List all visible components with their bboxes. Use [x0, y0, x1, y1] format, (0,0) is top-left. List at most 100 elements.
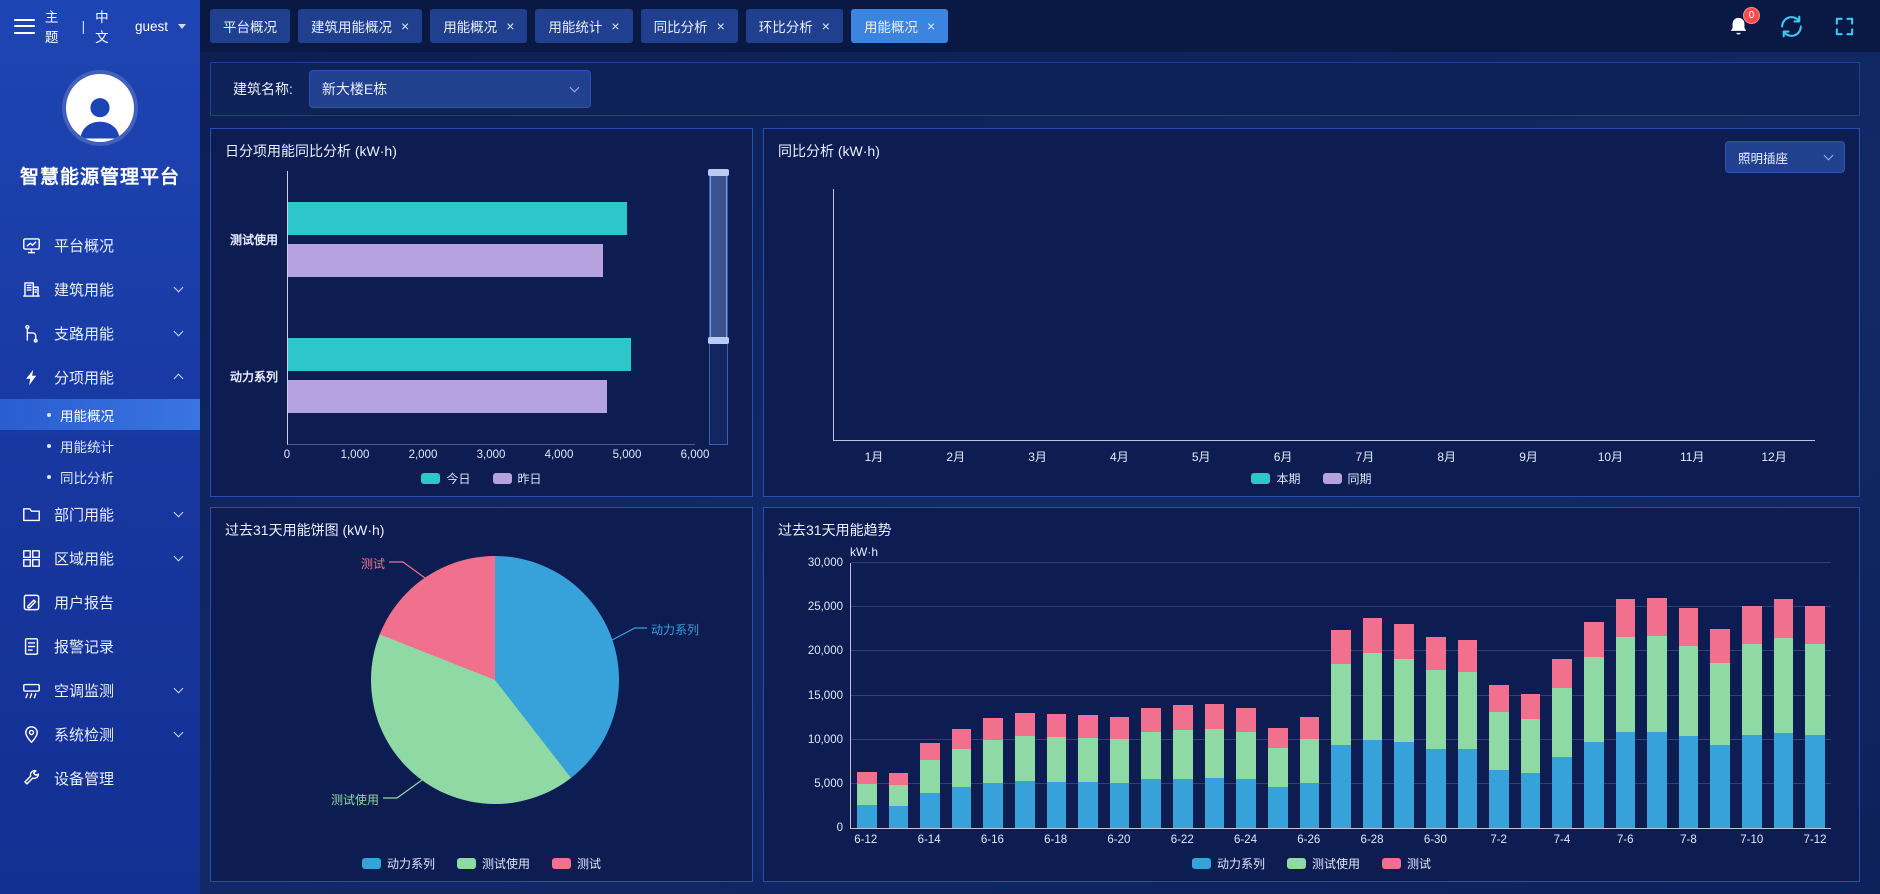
sidebar-item-device-management[interactable]: 设备管理: [0, 756, 200, 800]
legend-item[interactable]: 测试: [1382, 855, 1431, 872]
bar-slot: [1452, 563, 1484, 828]
panel-title: 过去31天用能饼图 (kW·h): [225, 520, 738, 540]
sidebar-subitem-yoy-analysis[interactable]: 同比分析: [0, 461, 200, 492]
sidebar-item-region-energy[interactable]: 区域用能: [0, 536, 200, 580]
bar-segment-动力系列: [1710, 745, 1730, 828]
x-tick-label: 7-10: [1736, 834, 1768, 850]
sidebar-item-label: 部门用能: [54, 504, 162, 525]
legend-item[interactable]: 动力系列: [1192, 855, 1265, 872]
x-tick-label: 0: [284, 449, 290, 461]
panel-pie: 过去31天用能饼图 (kW·h) 动力系列 测试使用 测试 动力系列测试使用测试: [210, 507, 753, 882]
menu-toggle-icon[interactable]: [14, 19, 35, 34]
bar-segment-测试: [952, 729, 972, 749]
bar-segment-动力系列: [1331, 745, 1351, 828]
hbar-category-label: 动力系列: [230, 368, 278, 385]
tab-2[interactable]: 用能概况×: [430, 9, 527, 43]
bar-segment-动力系列: [1078, 782, 1098, 828]
sidebar-subitem-energy-stats[interactable]: 用能统计: [0, 430, 200, 461]
language-switcher[interactable]: 中文: [95, 6, 122, 46]
datazoom-slider[interactable]: [709, 171, 728, 445]
legend-item[interactable]: 本期: [1251, 470, 1300, 487]
legend-item[interactable]: 同期: [1323, 470, 1372, 487]
tab-close-icon[interactable]: ×: [611, 19, 619, 33]
sidebar-item-alarm-records[interactable]: 报警记录: [0, 624, 200, 668]
pie-label-2: 测试: [361, 555, 385, 572]
tab-close-icon[interactable]: ×: [401, 19, 409, 33]
tab-1[interactable]: 建筑用能概况×: [298, 9, 422, 43]
user-menu[interactable]: guest: [135, 19, 168, 34]
trend-legend: 动力系列 测试使用 测试: [778, 850, 1845, 875]
tab-close-icon[interactable]: ×: [506, 19, 514, 33]
sidebar: 主题 | 中文 guest 智慧能源管理平台 平台概况建筑用能支路用能分项用能用…: [0, 0, 200, 894]
bar-slot: [1736, 563, 1768, 828]
sidebar-item-category-energy[interactable]: 分项用能: [0, 355, 200, 399]
sidebar-subitem-label: 同比分析: [60, 467, 114, 487]
legend-label: 同期: [1348, 470, 1372, 487]
bar-segment-测试使用: [1173, 730, 1193, 779]
sidebar-subitem-energy-overview[interactable]: 用能概况: [0, 399, 200, 430]
tab-close-icon[interactable]: ×: [717, 19, 725, 33]
bar-segment-测试使用: [1552, 688, 1572, 758]
x-tick-label: 7月: [1324, 448, 1406, 465]
tab-5[interactable]: 环比分析×: [746, 9, 843, 43]
bar-segment-测试: [1015, 713, 1035, 736]
legend-swatch: [421, 473, 440, 484]
fullscreen-button[interactable]: [1833, 15, 1856, 38]
tab-4[interactable]: 同比分析×: [641, 9, 738, 43]
bar-segment-测试使用: [920, 760, 940, 793]
category-select-value: 照明插座: [1738, 148, 1788, 167]
legend-swatch: [1287, 858, 1306, 869]
sidebar-item-department-energy[interactable]: 部门用能: [0, 492, 200, 536]
x-tick-label: 6-16: [977, 834, 1009, 850]
category-select[interactable]: 照明插座: [1725, 141, 1845, 173]
sidebar-item-user-report[interactable]: 用户报告: [0, 580, 200, 624]
datazoom-handle-bottom[interactable]: [708, 337, 729, 344]
bar-segment-测试: [920, 743, 940, 760]
filter-bar: 建筑名称: 新大楼E栋: [210, 62, 1860, 116]
stacked-bar: [1394, 563, 1414, 828]
tab-close-icon[interactable]: ×: [927, 19, 935, 33]
hbar-bar-昨日: [288, 244, 603, 277]
x-tick-label: 4月: [1078, 448, 1160, 465]
hbar-legend: 今日 昨日: [225, 465, 738, 490]
legend-item[interactable]: 测试使用: [1287, 855, 1360, 872]
notification-badge: 0: [1743, 7, 1760, 24]
tab-0[interactable]: 平台概况: [210, 9, 290, 43]
refresh-button[interactable]: [1778, 15, 1805, 38]
pie-label-1: 测试使用: [331, 791, 379, 808]
x-tick-label: [1198, 834, 1230, 850]
building-select[interactable]: 新大楼E栋: [309, 70, 591, 108]
bar-slot: [1167, 563, 1199, 828]
datazoom-window[interactable]: [710, 172, 727, 341]
legend-item[interactable]: 测试: [552, 855, 601, 872]
building-icon: [22, 280, 41, 299]
bar-segment-动力系列: [1616, 732, 1636, 828]
sidebar-item-branch-energy[interactable]: 支路用能: [0, 311, 200, 355]
stacked-bar: [1268, 563, 1288, 828]
theme-switcher[interactable]: 主题: [45, 6, 72, 46]
bar-segment-动力系列: [1426, 749, 1446, 828]
legend-item[interactable]: 测试使用: [457, 855, 530, 872]
bar-segment-动力系列: [1047, 782, 1067, 828]
sidebar-item-platform-overview[interactable]: 平台概况: [0, 223, 200, 267]
sidebar-item-system-check[interactable]: 系统检测: [0, 712, 200, 756]
sidebar-item-label: 平台概况: [54, 235, 182, 256]
x-tick-label: [1071, 834, 1103, 850]
tab-6[interactable]: 用能概况×: [851, 9, 948, 43]
sidebar-item-building-energy[interactable]: 建筑用能: [0, 267, 200, 311]
tab-close-icon[interactable]: ×: [822, 19, 830, 33]
legend-item[interactable]: 今日: [421, 470, 470, 487]
legend-item[interactable]: 昨日: [493, 470, 542, 487]
sidebar-item-hvac-monitor[interactable]: 空调监测: [0, 668, 200, 712]
notification-bell-button[interactable]: 0: [1727, 15, 1750, 38]
avatar: [66, 74, 134, 142]
datazoom-handle-top[interactable]: [708, 169, 729, 176]
sidebar-item-label: 系统检测: [54, 724, 162, 745]
user-caret-icon[interactable]: [178, 24, 186, 29]
legend-item[interactable]: 动力系列: [362, 855, 435, 872]
platform-title: 智慧能源管理平台: [0, 162, 200, 189]
bar-segment-测试: [1552, 659, 1572, 688]
content-grid: 日分项用能同比分析 (kW·h) 测试使用动力系列 01,0002,0003,0…: [200, 116, 1880, 894]
tab-3[interactable]: 用能统计×: [535, 9, 632, 43]
stacked-bar: [920, 563, 940, 828]
